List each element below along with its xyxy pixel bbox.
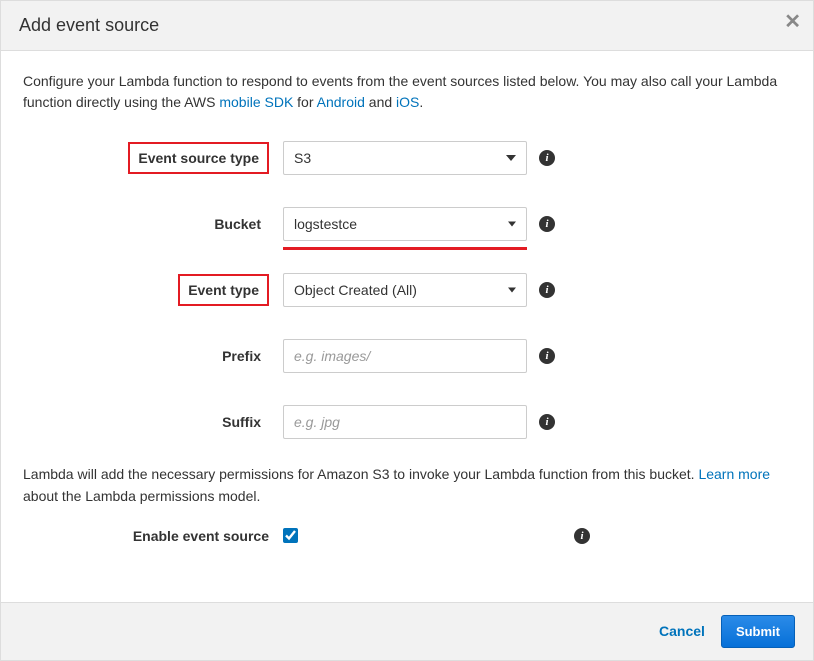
prefix-input[interactable] — [283, 339, 527, 373]
label-col: Event type — [23, 274, 283, 306]
add-event-source-modal: Add event source ✕ Configure your Lambda… — [0, 0, 814, 661]
row-enable-source: Enable event source i — [23, 528, 791, 544]
intro-part2: for — [293, 94, 316, 110]
prefix-label: Prefix — [214, 342, 269, 370]
bucket-label: Bucket — [206, 210, 269, 238]
bucket-value: logstestce — [294, 216, 357, 232]
suffix-input[interactable] — [283, 405, 527, 439]
permissions-text-before: Lambda will add the necessary permission… — [23, 466, 698, 482]
info-icon[interactable]: i — [539, 150, 555, 166]
event-source-type-label: Event source type — [128, 142, 269, 174]
row-event-type: Event type Object Created (All) i — [23, 273, 791, 307]
submit-button[interactable]: Submit — [721, 615, 795, 648]
row-prefix: Prefix i — [23, 339, 791, 373]
control-col: logstestce i — [283, 207, 555, 241]
android-link[interactable]: Android — [317, 94, 365, 110]
enable-event-source-checkbox[interactable] — [283, 528, 298, 543]
close-icon[interactable]: ✕ — [784, 9, 801, 34]
control-col: Object Created (All) i — [283, 273, 555, 307]
chevron-down-icon — [506, 155, 516, 161]
control-col: S3 i — [283, 141, 555, 175]
mobile-sdk-link[interactable]: mobile SDK — [219, 94, 293, 110]
label-col: Event source type — [23, 142, 283, 174]
info-icon[interactable]: i — [539, 414, 555, 430]
intro-part3: and — [365, 94, 396, 110]
bucket-select[interactable]: logstestce — [283, 207, 527, 241]
chevron-down-icon — [508, 288, 516, 293]
event-source-type-select[interactable]: S3 — [283, 141, 527, 175]
label-col: Prefix — [23, 342, 283, 370]
intro-part4: . — [419, 94, 423, 110]
control-col: i — [283, 528, 590, 544]
modal-body: Configure your Lambda function to respon… — [1, 51, 813, 602]
info-icon[interactable]: i — [539, 216, 555, 232]
row-suffix: Suffix i — [23, 405, 791, 439]
control-col: i — [283, 405, 555, 439]
permissions-text-after: about the Lambda permissions model. — [23, 488, 260, 504]
enable-event-source-label: Enable event source — [133, 528, 269, 544]
ios-link[interactable]: iOS — [396, 94, 419, 110]
event-type-value: Object Created (All) — [294, 282, 417, 298]
intro-text: Configure your Lambda function to respon… — [23, 71, 791, 113]
modal-header: Add event source ✕ — [1, 1, 813, 51]
event-source-type-value: S3 — [294, 150, 311, 166]
event-type-label: Event type — [178, 274, 269, 306]
modal-footer: Cancel Submit — [1, 602, 813, 660]
label-col: Enable event source — [23, 528, 283, 544]
modal-title: Add event source — [19, 15, 795, 36]
suffix-label: Suffix — [214, 408, 269, 436]
info-icon[interactable]: i — [539, 282, 555, 298]
event-type-select[interactable]: Object Created (All) — [283, 273, 527, 307]
label-col: Bucket — [23, 210, 283, 238]
learn-more-link[interactable]: Learn more — [698, 466, 770, 482]
row-bucket: Bucket logstestce i — [23, 207, 791, 241]
permissions-note: Lambda will add the necessary permission… — [23, 463, 791, 508]
info-icon[interactable]: i — [574, 528, 590, 544]
info-icon[interactable]: i — [539, 348, 555, 364]
chevron-down-icon — [508, 222, 516, 227]
control-col: i — [283, 339, 555, 373]
label-col: Suffix — [23, 408, 283, 436]
row-event-source-type: Event source type S3 i — [23, 141, 791, 175]
